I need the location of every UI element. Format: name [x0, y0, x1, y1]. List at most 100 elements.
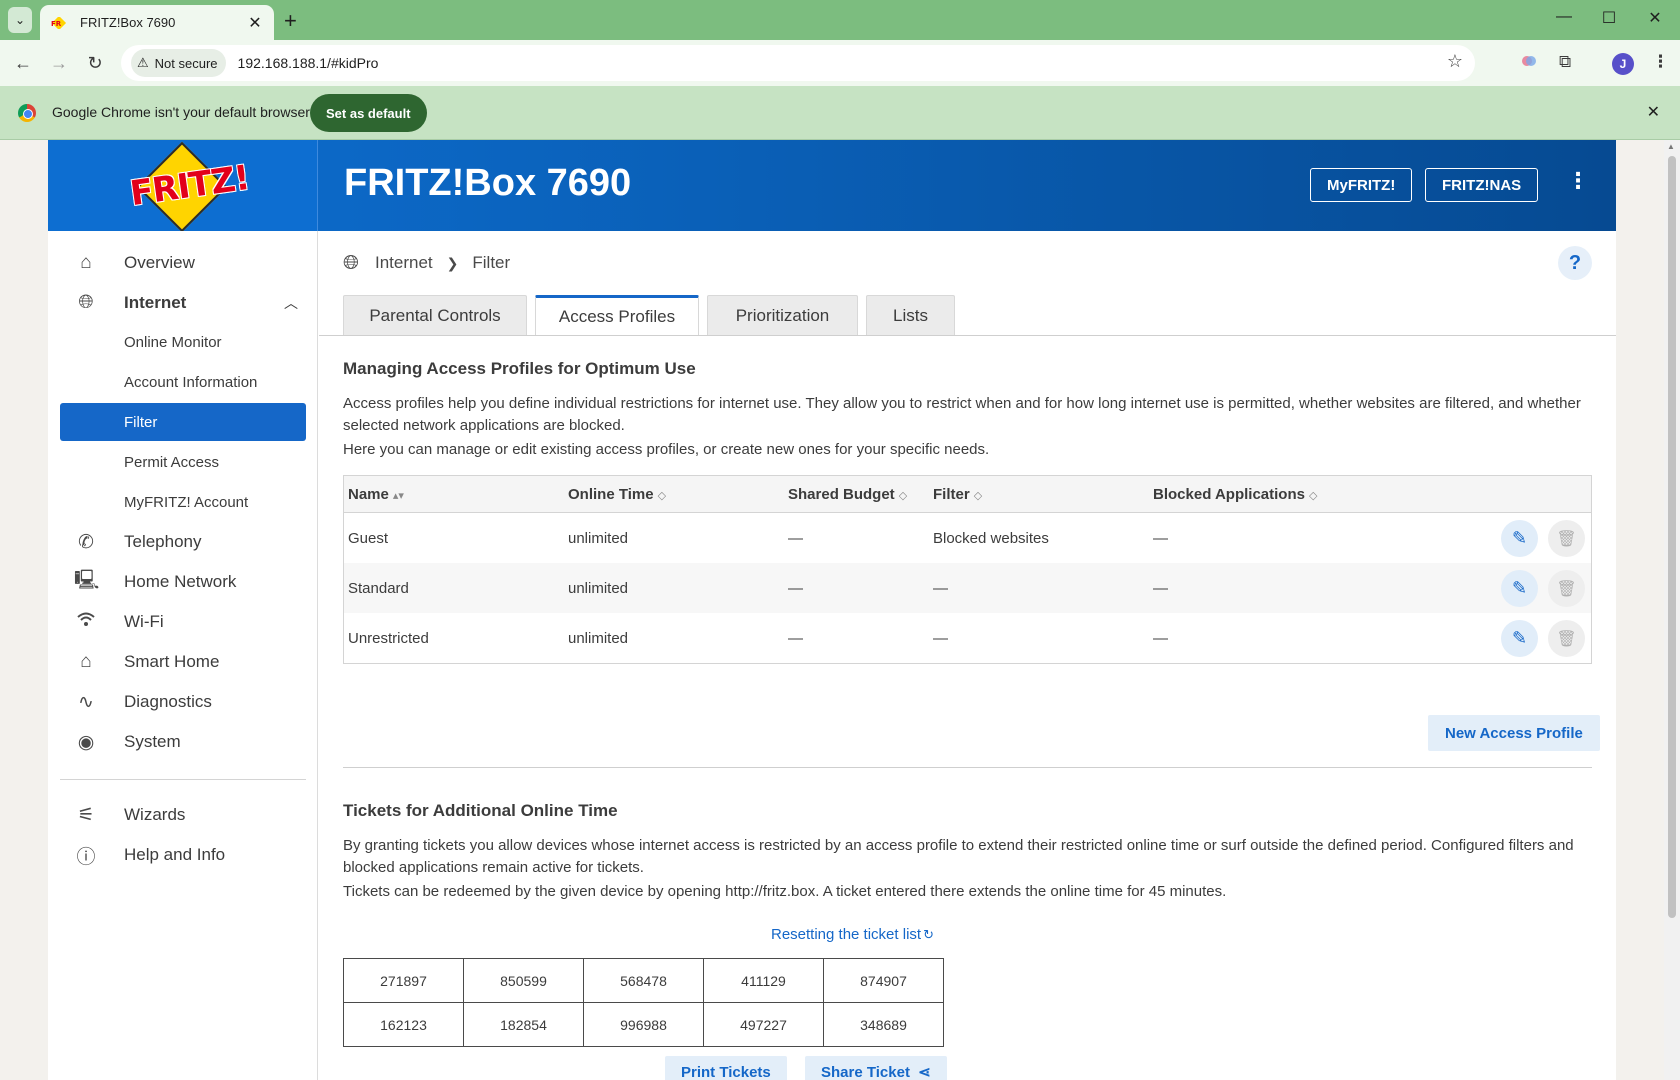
not-secure-chip[interactable]: ⚠ Not secure	[131, 49, 226, 77]
tab-lists[interactable]: Lists	[866, 295, 955, 335]
cell-blocked-applications: —	[1153, 579, 1168, 597]
wizard-icon: ⚟	[77, 804, 95, 826]
reset-ticket-list-label: Resetting the ticket list	[771, 926, 922, 943]
sidebar-item-permit-access[interactable]: Permit Access	[60, 443, 306, 481]
column-header-online-time[interactable]: Online Time ◇	[568, 486, 666, 503]
table-row: 162123 182854 996988 497227 348689	[343, 1002, 944, 1047]
sidebar-item-telephony[interactable]: ✆ Telephony	[60, 523, 306, 561]
svg-text:FR: FR	[51, 20, 62, 28]
column-header-blocked-applications[interactable]: Blocked Applications ◇	[1153, 486, 1317, 503]
reset-ticket-list-link[interactable]: Resetting the ticket list ↻	[771, 926, 934, 943]
sidebar-item-label: Online Monitor	[124, 333, 222, 351]
delete-trash-icon[interactable]: 🗑︎	[1548, 570, 1585, 607]
main-content: 🌐︎ Internet ❯ Filter ? Parental Controls…	[319, 231, 1616, 1080]
back-icon[interactable]: ←	[11, 51, 35, 75]
delete-trash-icon[interactable]: 🗑︎	[1548, 520, 1585, 557]
ticket-table: 271897 850599 568478 411129 874907 16212…	[343, 958, 944, 1047]
forward-icon[interactable]: →	[47, 51, 71, 75]
sidebar-item-label: Home Network	[124, 572, 237, 591]
extension-color-icon[interactable]	[1520, 52, 1538, 75]
tab-access-profiles[interactable]: Access Profiles	[535, 295, 699, 336]
table-row: Guest unlimited — Blocked websites — ✎ 🗑…	[344, 513, 1591, 563]
cell-online-time: unlimited	[568, 579, 629, 597]
column-header-filter[interactable]: Filter ◇	[933, 486, 982, 503]
tab-prioritization[interactable]: Prioritization	[707, 295, 858, 335]
tickets-description-1: By granting tickets you allow devices wh…	[343, 837, 1574, 876]
extensions-puzzle-icon[interactable]: ⧉	[1559, 52, 1571, 72]
cell-online-time: unlimited	[568, 529, 629, 547]
window-close-icon[interactable]: ✕	[1643, 8, 1667, 28]
breadcrumb-internet[interactable]: Internet	[375, 253, 433, 273]
sidebar-item-label: Account Information	[124, 373, 258, 391]
share-ticket-label: Share Ticket	[821, 1064, 910, 1080]
cell-shared-budget: —	[788, 579, 803, 597]
infobar-close-icon[interactable]: ✕	[1647, 102, 1660, 122]
fritz-logo: FRITZ!	[127, 141, 251, 232]
sidebar-item-diagnostics[interactable]: ∿ Diagnostics	[60, 683, 306, 721]
tab-search-chevron-icon[interactable]: ⌄	[8, 7, 32, 33]
delete-trash-icon[interactable]: 🗑︎	[1548, 620, 1585, 657]
sidebar-item-filter[interactable]: Filter	[60, 403, 306, 441]
cell-filter: —	[933, 579, 948, 597]
table-row: Standard unlimited — — — ✎ 🗑︎	[344, 563, 1591, 613]
logo-area[interactable]: FRITZ!	[48, 140, 318, 232]
sidebar-item-label: System	[124, 732, 181, 751]
tickets-section-title: Tickets for Additional Online Time	[343, 801, 618, 820]
sidebar-item-system[interactable]: ◉ System	[60, 723, 306, 761]
browser-tab[interactable]: FR FRITZ!Box 7690 ✕	[40, 5, 274, 40]
chevron-right-icon: ❯	[446, 254, 459, 271]
address-bar[interactable]: ⚠ Not secure 192.168.188.1/#kidPro ☆	[121, 45, 1475, 81]
column-header-name[interactable]: Name ▴▾	[348, 486, 404, 503]
sidebar-item-wifi[interactable]: Wi-Fi	[60, 603, 306, 641]
share-ticket-button[interactable]: Share Ticket ⋖	[805, 1056, 947, 1080]
profiles-section-title: Managing Access Profiles for Optimum Use	[343, 359, 696, 378]
cell-filter: Blocked websites	[933, 529, 1049, 547]
edit-pencil-icon[interactable]: ✎	[1501, 570, 1538, 607]
tab-close-icon[interactable]: ✕	[246, 13, 264, 33]
app-header: FRITZ! FRITZ!Box 7690 MyFRITZ! FRITZ!NAS…	[48, 140, 1616, 232]
sidebar-item-smart-home[interactable]: ⌂ Smart Home	[60, 643, 306, 681]
sidebar-item-home-network[interactable]: 🖳︎ Home Network	[60, 563, 306, 601]
cell-blocked-applications: —	[1153, 529, 1168, 547]
bookmark-star-icon[interactable]: ☆	[1447, 51, 1463, 72]
new-access-profile-button[interactable]: New Access Profile	[1428, 715, 1600, 751]
sidebar-item-overview[interactable]: ⌂ Overview	[60, 244, 306, 282]
sidebar-item-label: Permit Access	[124, 453, 220, 471]
sidebar-item-wizards[interactable]: ⚟ Wizards	[60, 796, 306, 834]
help-question-icon[interactable]: ?	[1558, 246, 1592, 280]
fritznas-button[interactable]: FRITZ!NAS	[1425, 168, 1539, 202]
print-tickets-button[interactable]: Print Tickets	[665, 1056, 787, 1080]
ticket-code: 348689	[823, 1002, 944, 1047]
sidebar-item-label: Overview	[124, 253, 195, 272]
sidebar-item-help-and-info[interactable]: ⓘ Help and Info	[60, 836, 306, 874]
reload-icon[interactable]: ↻	[83, 51, 107, 75]
ticket-code: 497227	[703, 1002, 824, 1047]
sidebar-item-online-monitor[interactable]: Online Monitor	[60, 323, 306, 361]
url-text[interactable]: 192.168.188.1/#kidPro	[238, 55, 379, 71]
myfritz-button[interactable]: MyFRITZ!	[1310, 168, 1413, 202]
set-as-default-button[interactable]: Set as default	[310, 94, 427, 132]
minimize-icon[interactable]: —	[1552, 8, 1576, 26]
fritz-favicon-icon: FR	[50, 16, 68, 29]
scroll-up-arrow-icon[interactable]: ▲	[1667, 142, 1675, 151]
new-tab-button[interactable]: +	[284, 8, 297, 34]
more-options-icon[interactable]: ⋮	[1567, 168, 1589, 194]
sidebar-item-label: Filter	[124, 413, 158, 431]
sidebar-item-myfritz-account[interactable]: MyFRITZ! Account	[60, 483, 306, 521]
maximize-icon[interactable]: ☐	[1597, 8, 1621, 28]
share-icon: ⋖	[918, 1064, 931, 1080]
page-scrollbar[interactable]: ▲	[1664, 140, 1680, 1080]
sidebar-item-account-information[interactable]: Account Information	[60, 363, 306, 401]
column-header-shared-budget[interactable]: Shared Budget ◇	[788, 486, 907, 503]
fritzbox-app: FRITZ! FRITZ!Box 7690 MyFRITZ! FRITZ!NAS…	[48, 140, 1616, 1080]
chevron-up-icon[interactable]: ︿	[284, 293, 298, 313]
tab-parental-controls[interactable]: Parental Controls	[343, 295, 527, 335]
section-divider	[343, 767, 1592, 768]
scrollbar-thumb[interactable]	[1668, 156, 1676, 918]
sidebar-item-internet[interactable]: 🌐︎ Internet ︿	[60, 284, 306, 322]
profile-avatar[interactable]: J	[1612, 53, 1634, 75]
edit-pencil-icon[interactable]: ✎	[1501, 620, 1538, 657]
browser-menu-icon[interactable]: ⋮	[1652, 52, 1669, 72]
default-browser-infobar: Google Chrome isn't your default browser…	[0, 86, 1680, 140]
edit-pencil-icon[interactable]: ✎	[1501, 520, 1538, 557]
